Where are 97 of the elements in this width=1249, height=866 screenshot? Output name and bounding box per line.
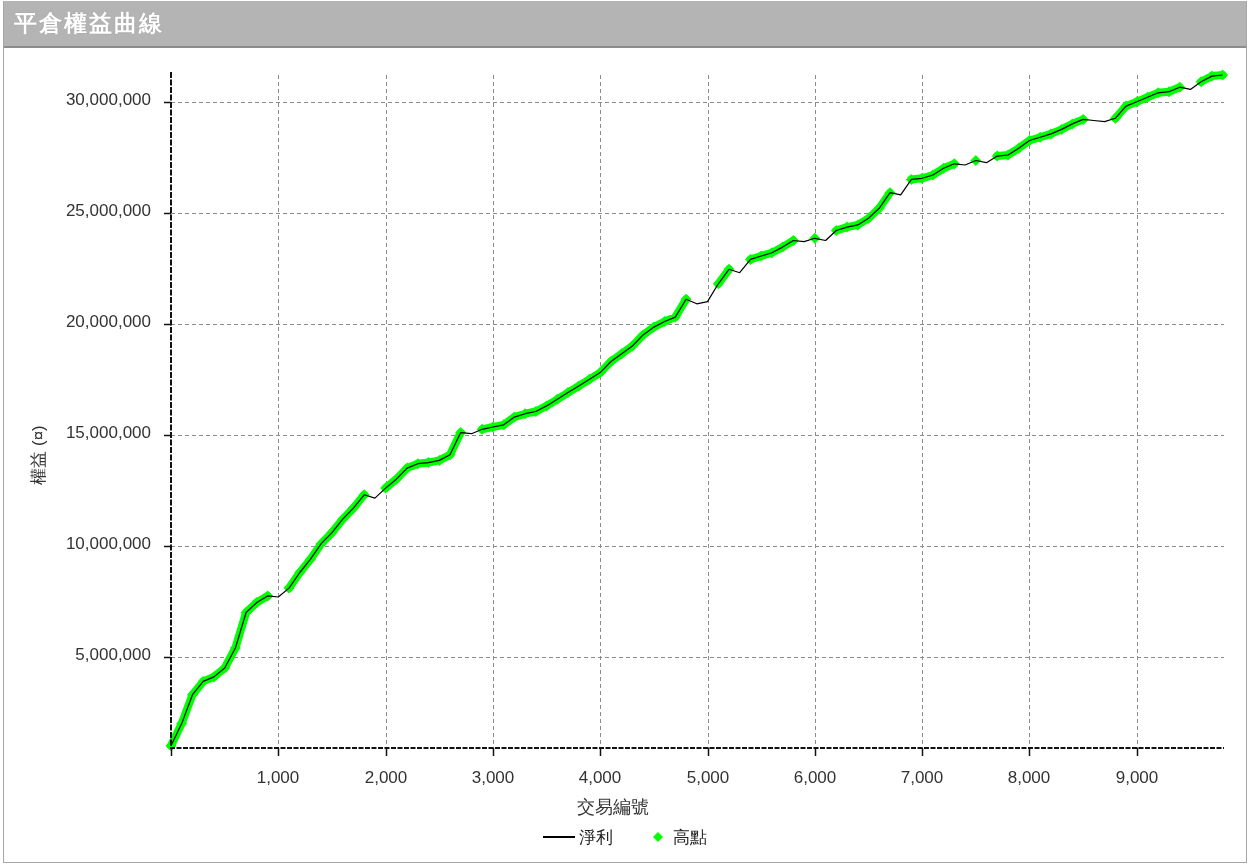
high-point-marker xyxy=(1195,76,1207,88)
high-point-marker xyxy=(562,387,574,399)
x-axis-title: 交易編號 xyxy=(577,797,649,817)
high-point-marker xyxy=(1120,100,1132,112)
y-tick-label: 10,000,000 xyxy=(65,534,151,553)
high-point-marker xyxy=(766,247,778,259)
x-tick-label: 6,000 xyxy=(793,768,837,787)
high-point-marker xyxy=(423,457,434,469)
y-tick-label: 25,000,000 xyxy=(65,201,151,220)
legend-line-icon xyxy=(543,836,575,838)
high-point-marker xyxy=(347,502,359,514)
high-point-marker xyxy=(197,675,209,687)
high-point-marker xyxy=(476,423,488,435)
x-tick-label: 8,000 xyxy=(1007,768,1051,787)
high-point-marker xyxy=(326,527,338,539)
high-point-marker xyxy=(669,311,681,323)
high-point-marker xyxy=(1217,69,1229,81)
high-point-marker xyxy=(487,421,499,433)
panel-title: 平倉權益曲線 xyxy=(14,9,164,38)
legend-label: 淨利 xyxy=(579,826,613,849)
high-point-marker xyxy=(1152,87,1164,99)
x-tick-label: 9,000 xyxy=(1115,768,1159,787)
y-tick-label: 5,000,000 xyxy=(75,645,151,664)
x-tick-label: 3,000 xyxy=(471,768,515,787)
high-point-marker xyxy=(541,400,553,412)
high-point-marker xyxy=(294,567,306,578)
high-point-marker xyxy=(251,597,263,608)
high-point-marker xyxy=(873,202,885,214)
high-point-marker xyxy=(187,689,198,701)
high-point-marker xyxy=(680,293,692,305)
x-tick-label: 5,000 xyxy=(686,768,730,787)
high-point-marker xyxy=(455,427,467,439)
high-point-marker xyxy=(659,316,671,327)
high-point-marker xyxy=(208,671,220,683)
x-tick-label: 7,000 xyxy=(900,768,944,787)
high-point-marker xyxy=(809,232,821,244)
high-point-marker xyxy=(852,219,864,231)
high-point-marker xyxy=(444,449,456,461)
y-tick-label: 15,000,000 xyxy=(65,423,151,442)
high-point-marker xyxy=(315,538,327,550)
high-point-marker xyxy=(573,380,585,392)
y-axis-title: 權益 (¤) xyxy=(29,425,48,485)
high-point-marker xyxy=(777,241,789,253)
high-point-marker xyxy=(1024,135,1035,146)
high-point-marker xyxy=(1077,113,1089,125)
high-point-marker xyxy=(584,373,595,385)
y-tick-label: 20,000,000 xyxy=(65,312,151,331)
high-point-marker xyxy=(884,187,896,199)
high-point-marker xyxy=(519,408,531,420)
high-point-marker xyxy=(863,212,874,224)
high-point-marker xyxy=(390,473,402,485)
high-point-marker xyxy=(948,158,960,170)
high-point-marker xyxy=(358,489,370,501)
high-point-marker xyxy=(380,482,392,494)
high-point-marker xyxy=(605,356,617,367)
high-point-marker xyxy=(1174,81,1186,93)
high-point-marker xyxy=(1045,128,1057,140)
high-point-marker xyxy=(637,329,649,341)
high-point-marker xyxy=(745,253,756,265)
high-point-marker xyxy=(927,169,939,181)
high-point-marker xyxy=(1142,91,1153,103)
x-tick-label: 4,000 xyxy=(578,768,622,787)
y-tick-label: 30,000,000 xyxy=(65,90,151,109)
high-point-marker xyxy=(841,221,853,233)
legend-label: 高點 xyxy=(673,826,707,849)
high-point-marker xyxy=(508,411,520,423)
high-point-marker xyxy=(1013,142,1025,154)
high-point-marker xyxy=(991,150,1003,162)
high-point-marker xyxy=(616,348,628,360)
high-point-marker xyxy=(262,590,274,602)
x-tick-label: 1,000 xyxy=(256,768,300,787)
high-point-marker xyxy=(551,393,563,405)
high-point-marker xyxy=(1002,149,1014,161)
high-point-marker xyxy=(240,607,252,618)
high-point-marker xyxy=(712,278,724,290)
high-point-marker xyxy=(905,173,917,185)
high-point-marker xyxy=(648,321,660,333)
high-point-marker xyxy=(165,740,177,752)
high-point-marker xyxy=(401,462,413,474)
high-point-marker xyxy=(970,155,982,166)
high-point-marker xyxy=(283,582,295,594)
high-point-marker xyxy=(626,340,638,352)
x-tick-label: 2,000 xyxy=(364,768,408,787)
high-point-marker xyxy=(594,367,606,379)
high-point-marker xyxy=(755,250,767,262)
high-point-marker xyxy=(1056,123,1068,135)
high-point-marker xyxy=(723,263,735,275)
high-point-marker xyxy=(176,718,188,730)
high-point-marker xyxy=(498,419,510,431)
diamond-icon xyxy=(653,832,663,842)
high-point-marker xyxy=(830,225,842,236)
high-point-marker xyxy=(305,553,316,565)
high-point-marker xyxy=(938,162,950,174)
high-point-marker xyxy=(787,235,799,246)
high-point-marker xyxy=(219,662,231,674)
high-point-marker xyxy=(1109,112,1121,124)
high-point-marker xyxy=(337,513,349,525)
